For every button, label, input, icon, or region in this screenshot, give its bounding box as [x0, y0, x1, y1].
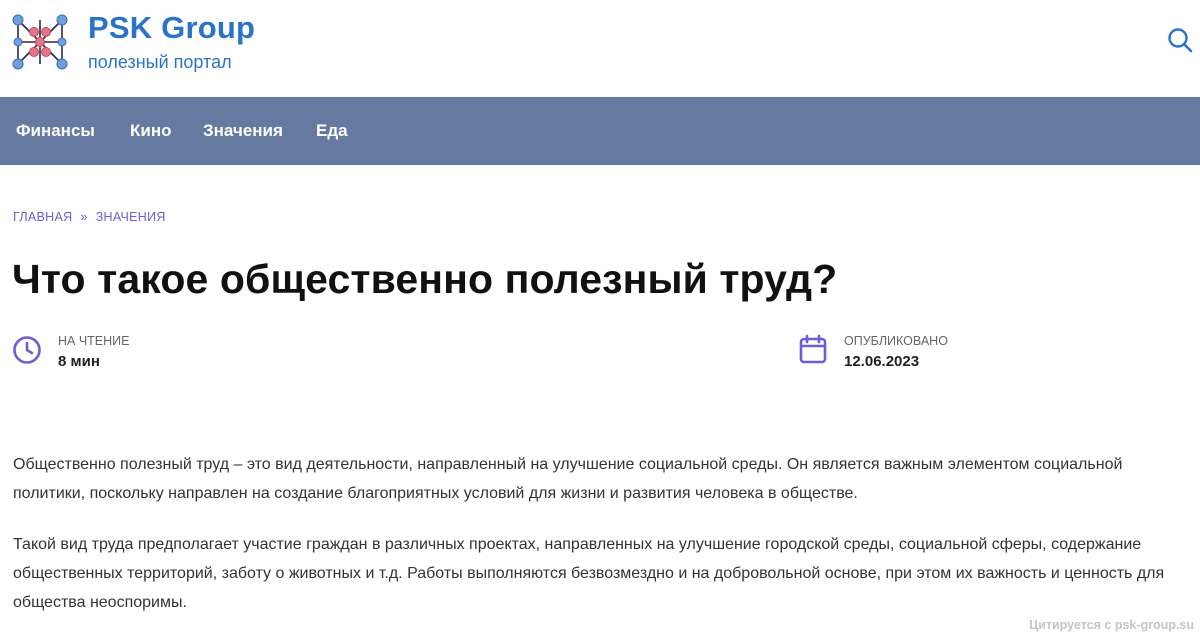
published-label: ОПУБЛИКОВАНО	[844, 334, 948, 348]
site-header: PSK Group полезный портал	[0, 0, 1200, 97]
published-value: 12.06.2023	[844, 353, 920, 370]
nav-item-meanings[interactable]: Значения	[203, 121, 283, 141]
nav-item-food[interactable]: Еда	[316, 121, 348, 141]
article-content: Общественно полезный труд – это вид деят…	[13, 450, 1193, 639]
site-tagline: полезный портал	[88, 52, 232, 72]
clock-icon	[13, 336, 41, 364]
reading-time-label: НА ЧТЕНИЕ	[58, 334, 130, 348]
site-title[interactable]: PSK Group	[88, 10, 255, 46]
breadcrumb-separator: »	[80, 210, 88, 224]
page-title: Что такое общественно полезный труд?	[12, 256, 838, 302]
reading-time-value: 8 мин	[58, 353, 100, 370]
breadcrumb: ГЛАВНАЯ » ЗНАЧЕНИЯ	[13, 210, 166, 224]
nav-item-finance[interactable]: Финансы	[16, 121, 95, 141]
breadcrumb-current[interactable]: ЗНАЧЕНИЯ	[96, 210, 166, 224]
calendar-icon	[799, 334, 827, 364]
logo-icon[interactable]	[12, 14, 68, 70]
article-paragraph: Такой вид труда предполагает участие гра…	[13, 536, 1165, 611]
nav-item-cinema[interactable]: Кино	[130, 121, 171, 141]
main-nav: Финансы Кино Значения Еда	[0, 97, 1200, 165]
breadcrumb-home[interactable]: ГЛАВНАЯ	[13, 210, 72, 224]
search-icon[interactable]	[1166, 26, 1194, 54]
article-paragraph: Общественно полезный труд – это вид деят…	[13, 456, 1123, 502]
watermark: Цитируется с psk-group.su	[1029, 618, 1194, 632]
